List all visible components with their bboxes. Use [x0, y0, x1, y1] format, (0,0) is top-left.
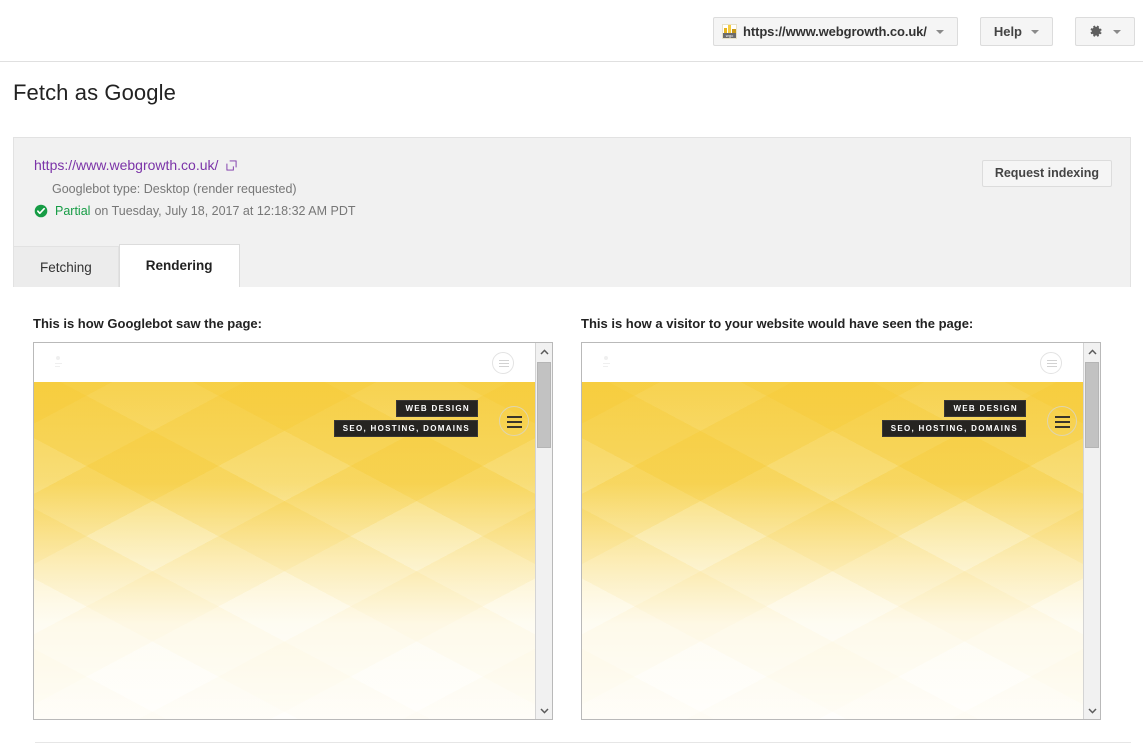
- hamburger-menu-icon[interactable]: [1040, 352, 1062, 374]
- site-logo-icon: [600, 355, 614, 369]
- chevron-down-icon: [935, 29, 944, 34]
- preview-hero: WEB DESIGN SEO, HOSTING, DOMAINS: [34, 382, 535, 719]
- fetch-status-row: Partial on Tuesday, July 18, 2017 at 12:…: [34, 204, 355, 218]
- scrollbar-thumb[interactable]: [1085, 362, 1099, 448]
- hero-badge: SEO, HOSTING, DOMAINS: [333, 420, 478, 437]
- googlebot-preview-heading: This is how Googlebot saw the page:: [33, 316, 262, 331]
- help-button[interactable]: Help: [979, 17, 1053, 46]
- visitor-preview-heading: This is how a visitor to your website wo…: [581, 316, 974, 331]
- chevron-down-icon: [1113, 29, 1121, 34]
- hamburger-menu-icon[interactable]: [1047, 406, 1077, 436]
- preview-hero: WEB DESIGN SEO, HOSTING, DOMAINS: [582, 382, 1083, 719]
- site-selector-url: https://www.webgrowth.co.uk/: [743, 24, 927, 39]
- top-header-bar: wgc https://www.webgrowth.co.uk/ Help: [0, 0, 1143, 62]
- external-link-icon[interactable]: [218, 159, 237, 171]
- page-title: Fetch as Google: [13, 80, 176, 105]
- footer-divider: [35, 742, 1131, 743]
- hero-badge: SEO, HOSTING, DOMAINS: [881, 420, 1026, 437]
- hero-badge-group: WEB DESIGN SEO, HOSTING, DOMAINS: [881, 400, 1026, 437]
- tab-strip: Fetching Rendering: [13, 244, 1131, 287]
- wgc-favicon-icon: wgc: [722, 24, 738, 39]
- favicon-label: wgc: [723, 33, 737, 38]
- gear-icon: [1087, 23, 1104, 40]
- status-badge: Partial: [55, 204, 91, 218]
- scrollbar-thumb[interactable]: [537, 362, 551, 448]
- site-logo-icon: [52, 355, 66, 369]
- chevron-down-icon[interactable]: [1084, 702, 1100, 719]
- settings-button[interactable]: [1075, 17, 1135, 46]
- scrollbar-track[interactable]: [536, 360, 552, 702]
- fetched-url-link[interactable]: https://www.webgrowth.co.uk/: [34, 157, 218, 173]
- googlebot-type-label: Googlebot type: Desktop (render requeste…: [52, 182, 297, 196]
- fetched-url-row: https://www.webgrowth.co.uk/: [34, 157, 237, 173]
- chevron-down-icon[interactable]: [536, 702, 552, 719]
- tab-rendering[interactable]: Rendering: [118, 244, 240, 287]
- visitor-preview-pane: WEB DESIGN SEO, HOSTING, DOMAINS: [581, 342, 1101, 720]
- check-circle-icon: [34, 204, 55, 218]
- tab-fetching[interactable]: Fetching: [13, 246, 119, 287]
- help-button-label: Help: [993, 24, 1022, 39]
- request-indexing-button[interactable]: Request indexing: [981, 160, 1112, 187]
- googlebot-preview-pane: WEB DESIGN SEO, HOSTING, DOMAINS: [33, 342, 553, 720]
- hamburger-menu-icon[interactable]: [492, 352, 514, 374]
- googlebot-preview-viewport: WEB DESIGN SEO, HOSTING, DOMAINS: [34, 343, 535, 719]
- chevron-up-icon[interactable]: [1084, 343, 1100, 360]
- hero-badge: WEB DESIGN: [944, 400, 1026, 417]
- hero-badge: WEB DESIGN: [396, 400, 478, 417]
- status-timestamp: on Tuesday, July 18, 2017 at 12:18:32 AM…: [94, 204, 356, 218]
- preview-site-header: [582, 343, 1083, 382]
- chevron-up-icon[interactable]: [536, 343, 552, 360]
- header-actions: wgc https://www.webgrowth.co.uk/ Help: [713, 17, 1135, 46]
- preview-scrollbar[interactable]: [1083, 343, 1100, 719]
- hamburger-menu-icon[interactable]: [499, 406, 529, 436]
- visitor-preview-viewport: WEB DESIGN SEO, HOSTING, DOMAINS: [582, 343, 1083, 719]
- scrollbar-track[interactable]: [1084, 360, 1100, 702]
- chevron-down-icon: [1031, 29, 1039, 34]
- site-selector-button[interactable]: wgc https://www.webgrowth.co.uk/: [713, 17, 958, 46]
- hero-badge-group: WEB DESIGN SEO, HOSTING, DOMAINS: [333, 400, 478, 437]
- preview-scrollbar[interactable]: [535, 343, 552, 719]
- preview-site-header: [34, 343, 535, 382]
